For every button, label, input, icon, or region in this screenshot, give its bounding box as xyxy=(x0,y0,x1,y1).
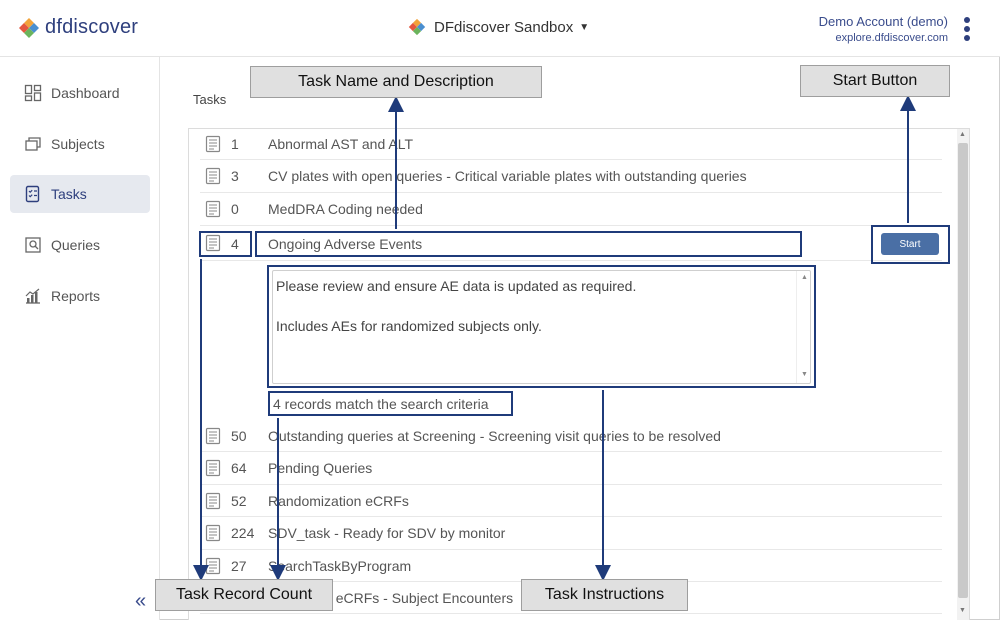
sidebar: Dashboard Subjects Tasks Queries Reports xyxy=(0,57,160,620)
collapse-sidebar-icon[interactable]: « xyxy=(135,590,146,613)
account-name: Demo Account (demo) xyxy=(818,14,948,29)
sidebar-item-label: Subjects xyxy=(51,136,105,152)
sidebar-item-queries[interactable]: Queries xyxy=(10,226,150,264)
app-logo[interactable]: dfdiscover xyxy=(18,16,138,39)
task-name: CV plates with open queries - Critical v… xyxy=(268,168,747,184)
instructions-highlight xyxy=(267,265,816,388)
task-row[interactable]: 50 Outstanding queries at Screening - Scr… xyxy=(200,420,942,452)
scroll-up-icon[interactable]: ▲ xyxy=(959,131,966,138)
sidebar-item-label: Tasks xyxy=(51,186,87,202)
start-button-highlight xyxy=(871,225,950,264)
callout-start-button: Start Button xyxy=(800,65,950,97)
task-name: Outstanding queries at Screening - Scree… xyxy=(268,427,721,444)
sidebar-item-dashboard[interactable]: Dashboard xyxy=(10,74,150,112)
task-name: MedDRA Coding needed xyxy=(268,201,423,217)
task-record-count: 0 xyxy=(231,201,239,217)
task-row[interactable]: 3 CV plates with open queries - Critical … xyxy=(200,160,942,193)
scroll-down-icon[interactable]: ▼ xyxy=(959,607,966,614)
task-name-highlight xyxy=(255,231,802,257)
task-record-count: 50 xyxy=(231,427,247,444)
task-document-icon xyxy=(205,459,221,477)
task-row[interactable]: 1 Abnormal AST and ALT xyxy=(200,128,942,160)
task-row[interactable]: 52 Randomization eCRFs xyxy=(200,485,942,517)
tasks-icon xyxy=(25,185,40,203)
task-document-icon xyxy=(205,200,221,218)
dashboard-icon xyxy=(24,84,42,102)
task-name: Pending Queries xyxy=(268,460,373,476)
task-document-icon xyxy=(205,524,221,542)
task-record-count: 224 xyxy=(231,525,255,541)
callout-record-count: Task Record Count xyxy=(155,579,333,611)
callout-task-name: Task Name and Description xyxy=(250,66,542,98)
sidebar-item-label: Reports xyxy=(51,288,101,304)
record-count-highlight xyxy=(199,231,252,257)
task-row[interactable]: 224 SDV_task - Ready for SDV by monitor xyxy=(200,517,942,550)
task-document-icon xyxy=(205,492,221,510)
dfdiscover-logo-icon xyxy=(19,17,39,38)
task-record-count: 64 xyxy=(231,460,247,476)
caret-down-icon: ▼ xyxy=(579,21,590,33)
callout-instructions: Task Instructions xyxy=(521,579,688,611)
app-header: dfdiscover DFdiscover Sandbox ▼ Demo Acc… xyxy=(0,0,1000,57)
sidebar-item-reports[interactable]: Reports xyxy=(10,277,150,315)
task-document-icon xyxy=(205,135,221,153)
task-name: Abnormal AST and ALT xyxy=(268,135,414,152)
task-record-count: 27 xyxy=(231,557,247,574)
task-document-icon xyxy=(205,427,221,445)
sidebar-item-label: Queries xyxy=(51,237,101,253)
kebab-menu-icon[interactable] xyxy=(964,17,972,41)
account-host: explore.dfdiscover.com xyxy=(835,32,949,44)
task-name: SDV_task - Ready for SDV by monitor xyxy=(268,525,506,541)
task-record-count: 52 xyxy=(231,492,247,509)
study-selector[interactable]: DFdiscover Sandbox ▼ xyxy=(408,18,589,36)
task-document-icon xyxy=(205,557,221,575)
study-name: DFdiscover Sandbox xyxy=(434,18,574,36)
task-name: SearchTaskByProgram xyxy=(268,557,412,574)
task-record-count: 3 xyxy=(231,168,239,184)
account-info[interactable]: Demo Account (demo) explore.dfdiscover.c… xyxy=(819,14,948,44)
sidebar-item-tasks[interactable]: Tasks xyxy=(10,175,150,213)
task-row[interactable]: 0 MedDRA Coding needed xyxy=(200,193,942,226)
task-document-icon xyxy=(205,167,221,185)
reports-icon xyxy=(25,288,40,304)
task-row[interactable]: 64 Pending Queries xyxy=(200,452,942,485)
study-logo-icon xyxy=(408,18,426,36)
task-record-count: 1 xyxy=(231,135,239,152)
subjects-icon xyxy=(25,137,41,151)
sidebar-item-label: Dashboard xyxy=(51,85,120,101)
task-row[interactable]: 27 SearchTaskByProgram xyxy=(200,550,942,582)
scrollbar-thumb[interactable] xyxy=(958,143,968,598)
match-text-highlight xyxy=(268,391,513,416)
queries-icon xyxy=(25,237,41,253)
logo-text: dfdiscover xyxy=(45,16,139,38)
page-title: Tasks xyxy=(193,92,227,107)
sidebar-item-subjects[interactable]: Subjects xyxy=(10,125,150,163)
task-name: Randomization eCRFs xyxy=(268,492,409,509)
